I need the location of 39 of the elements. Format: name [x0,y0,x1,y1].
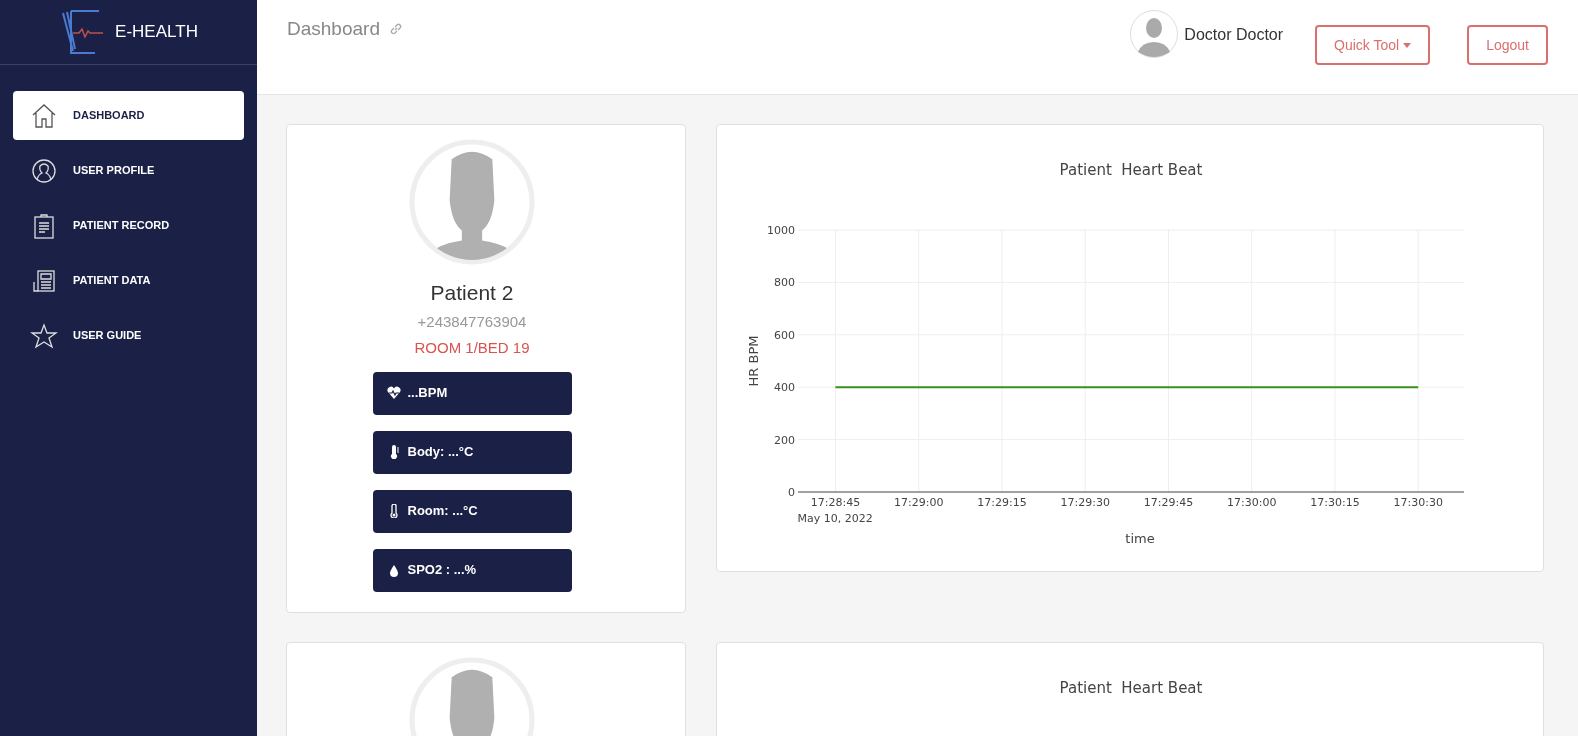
x-tick-label: 17:30:30 [1393,496,1443,509]
nav-item[interactable]: DASHBOARD [13,91,244,140]
y-tick-label: 600 [774,328,795,342]
user-icon [30,156,58,185]
patient-phone: +243847763904 [417,311,527,332]
x-tick-label: 17:29:00 [894,496,944,509]
x-tick-label: 17:29:45 [1143,496,1194,509]
page-title: Dashboard [287,17,380,41]
x-tick-label: 17:29:30 [1060,496,1110,509]
heart-icon [386,386,401,400]
vital-reading: ...BPM [372,371,572,415]
date-label: May 10, 2022 [797,512,873,525]
x-tick-label: 17:30:15 [1310,496,1360,509]
x-tick-label: 17:29:15 [977,496,1027,509]
patient-name: Patient 2 [430,280,514,306]
vital-reading: Room: ...°C [372,489,572,533]
x-tick-label: 17:30:00 [1227,496,1277,509]
patient-location: ROOM 1/BED 19 [414,338,530,358]
y-tick-label: 1000 [767,224,795,237]
y-tick-label: 0 [788,486,795,499]
chart-title: Patient Heart Beat [1059,161,1203,179]
brand-name: E-HEALTH [115,21,198,44]
nav-item[interactable]: USER PROFILE [13,146,244,195]
y-axis-title: HR BPM [746,335,761,387]
nav-item[interactable]: PATIENT DATA [13,256,244,305]
x-tick-label: 17:28:45 [810,496,861,509]
vital-reading: Body: ...°C [372,430,572,474]
avatar [1130,10,1179,58]
nav-item[interactable]: PATIENT RECORD [13,201,244,250]
x-axis-title: time [1125,531,1155,546]
vital-reading: SPO2 : ...% [372,548,572,592]
y-tick-label: 800 [774,276,795,290]
y-tick-label: 200 [774,433,795,447]
caret-icon [1403,42,1412,48]
star-icon [30,321,58,350]
user-name: Doctor Doctor [1184,25,1284,45]
nav-item[interactable]: USER GUIDE [13,311,244,360]
chart-title: Patient Heart Beat [1059,679,1203,697]
y-tick-label: 400 [774,381,795,395]
